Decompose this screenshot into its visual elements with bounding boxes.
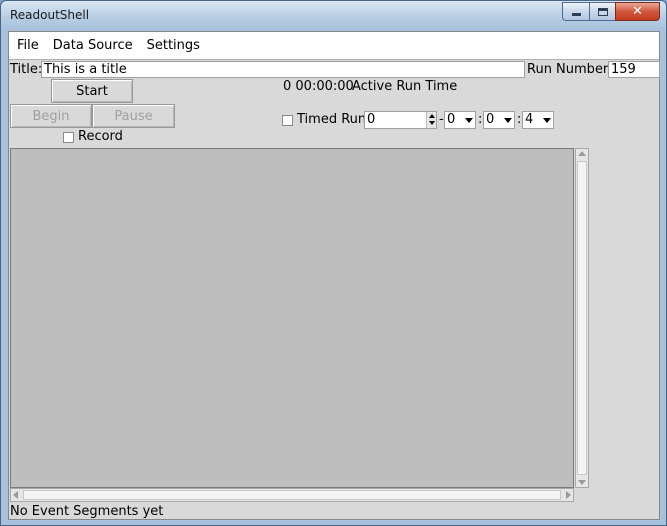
chevron-down-icon — [465, 118, 473, 123]
window-controls: ✕ — [562, 2, 660, 21]
scroll-up-icon[interactable] — [578, 151, 586, 156]
horizontal-scroll-thumb[interactable] — [23, 490, 561, 500]
minimize-icon — [571, 13, 581, 16]
title-input[interactable]: This is a title — [41, 61, 525, 78]
client-area: File Data Source Settings Title: This is… — [8, 31, 660, 520]
record-checkbox[interactable] — [63, 132, 74, 143]
status-text: No Event Segments yet — [10, 504, 164, 519]
menu-settings[interactable]: Settings — [140, 32, 207, 60]
output-canvas[interactable] — [10, 148, 574, 488]
scroll-right-icon[interactable] — [566, 491, 571, 499]
hours-combobox[interactable]: 0 — [444, 111, 476, 129]
scroll-down-icon[interactable] — [578, 480, 586, 485]
scroll-left-icon[interactable] — [13, 491, 18, 499]
close-button[interactable]: ✕ — [615, 2, 660, 21]
minutes-seconds-separator: : — [517, 112, 522, 127]
minutes-value: 0 — [486, 112, 495, 127]
close-icon: ✕ — [632, 4, 643, 19]
seconds-combobox[interactable]: 4 — [522, 111, 554, 129]
timed-run-checkbox[interactable] — [282, 115, 293, 126]
vertical-scroll-thumb[interactable] — [577, 161, 587, 475]
begin-button[interactable]: Begin — [10, 104, 92, 128]
menu-data-source[interactable]: Data Source — [46, 32, 140, 60]
vertical-scrollbar[interactable] — [575, 148, 589, 488]
menu-file[interactable]: File — [10, 32, 46, 60]
maximize-button[interactable] — [589, 2, 615, 21]
chevron-down-icon — [504, 118, 512, 123]
days-spin-arrows[interactable] — [426, 112, 436, 128]
spin-up-icon — [429, 114, 435, 118]
days-hours-separator: - — [439, 112, 444, 127]
days-value: 0 — [367, 112, 376, 127]
active-run-time-label: Active Run Time — [352, 79, 458, 94]
app-window: ReadoutShell ✕ File Data Source Settings… — [0, 0, 667, 526]
spin-down-icon — [429, 121, 435, 125]
days-spinbox[interactable]: 0 — [364, 111, 437, 129]
minutes-combobox[interactable]: 0 — [483, 111, 515, 129]
title-bar[interactable]: ReadoutShell ✕ — [1, 1, 666, 31]
minimize-button[interactable] — [562, 2, 589, 21]
pause-button[interactable]: Pause — [92, 104, 175, 128]
run-number-label: Run Number: — [527, 62, 613, 77]
horizontal-scrollbar[interactable] — [10, 488, 574, 502]
start-button[interactable]: Start — [51, 79, 133, 103]
hours-value: 0 — [447, 112, 456, 127]
chevron-down-icon — [543, 118, 551, 123]
seconds-value: 4 — [525, 112, 534, 127]
menu-bar: File Data Source Settings — [9, 32, 659, 60]
run-number-input[interactable]: 159 — [608, 61, 660, 78]
hours-minutes-separator: : — [478, 112, 483, 127]
maximize-icon — [597, 7, 608, 16]
record-label: Record — [78, 129, 123, 144]
title-label: Title: — [10, 62, 43, 77]
window-title: ReadoutShell — [10, 8, 90, 22]
timed-run-label: Timed Run — [297, 112, 367, 127]
active-run-time-value: 0 00:00:00 — [283, 79, 354, 94]
